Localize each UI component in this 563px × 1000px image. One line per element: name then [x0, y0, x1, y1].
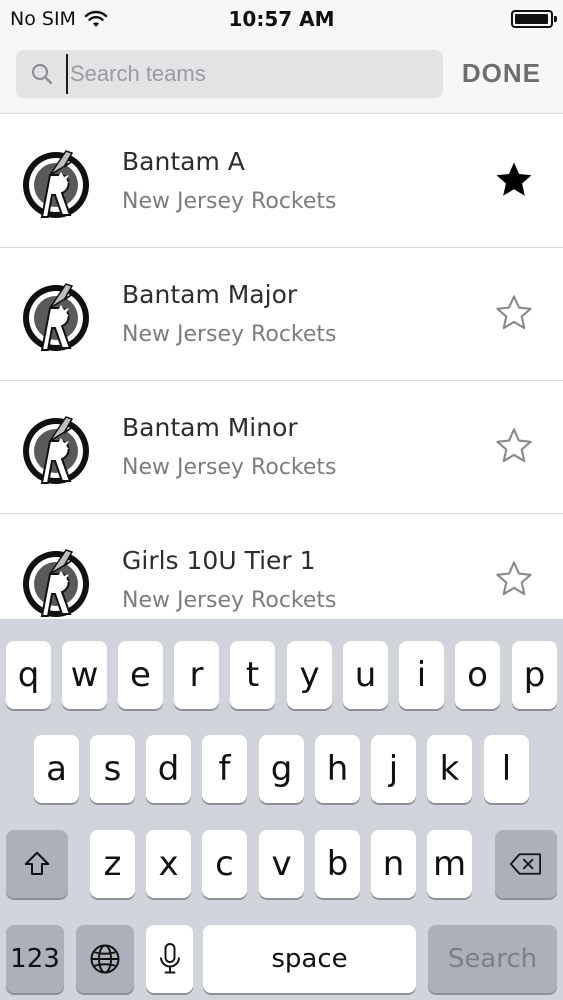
key-g[interactable]: g — [259, 735, 304, 803]
key-u[interactable]: u — [343, 641, 388, 709]
done-button[interactable]: DONE — [462, 58, 541, 89]
team-org: New Jersey Rockets — [122, 322, 337, 347]
team-logo-icon — [23, 549, 89, 617]
key-r[interactable]: r — [174, 641, 219, 709]
star-outline-icon[interactable] — [493, 292, 535, 334]
star-filled-icon[interactable] — [493, 159, 535, 201]
key-m[interactable]: m — [427, 830, 472, 898]
team-logo-icon — [23, 150, 89, 218]
backspace-key[interactable] — [495, 830, 557, 898]
microphone-icon — [159, 943, 180, 974]
team-name: Bantam A — [122, 147, 245, 176]
key-o[interactable]: o — [455, 641, 500, 709]
key-z[interactable]: z — [90, 830, 135, 898]
team-name: Bantam Major — [122, 280, 298, 309]
key-l[interactable]: l — [484, 735, 529, 803]
key-w[interactable]: w — [62, 641, 107, 709]
key-j[interactable]: j — [371, 735, 416, 803]
key-n[interactable]: n — [371, 830, 416, 898]
team-row[interactable]: Bantam A New Jersey Rockets — [0, 115, 563, 248]
key-p[interactable]: p — [512, 641, 557, 709]
key-t[interactable]: t — [230, 641, 275, 709]
team-row[interactable]: Bantam Major New Jersey Rockets — [0, 248, 563, 381]
team-logo-icon — [23, 416, 89, 484]
shift-icon — [24, 851, 50, 875]
globe-key[interactable] — [76, 925, 134, 993]
status-time: 10:57 AM — [228, 7, 335, 31]
search-icon — [31, 63, 53, 85]
key-b[interactable]: b — [315, 830, 360, 898]
key-q[interactable]: q — [6, 641, 51, 709]
key-a[interactable]: a — [34, 735, 79, 803]
key-v[interactable]: v — [259, 830, 304, 898]
key-c[interactable]: c — [202, 830, 247, 898]
backspace-icon — [509, 853, 541, 875]
key-d[interactable]: d — [146, 735, 191, 803]
search-input[interactable] — [66, 54, 443, 94]
key-y[interactable]: y — [287, 641, 332, 709]
team-list: Bantam A New Jersey Rockets Bantam Major… — [0, 115, 563, 647]
team-name: Girls 10U Tier 1 — [122, 546, 316, 575]
team-logo-icon — [23, 283, 89, 351]
key-h[interactable]: h — [315, 735, 360, 803]
search-header: DONE — [0, 38, 563, 114]
key-s[interactable]: s — [90, 735, 135, 803]
search-key[interactable]: Search — [428, 925, 557, 993]
shift-key[interactable] — [6, 830, 68, 898]
keyboard: q w e r t y u i o p a s d f g h j k l z … — [0, 619, 563, 1000]
key-e[interactable]: e — [118, 641, 163, 709]
star-outline-icon[interactable] — [493, 425, 535, 467]
globe-icon — [90, 944, 120, 974]
battery-icon — [511, 10, 557, 28]
key-k[interactable]: k — [427, 735, 472, 803]
team-name: Bantam Minor — [122, 413, 298, 442]
team-org: New Jersey Rockets — [122, 588, 337, 613]
numbers-key[interactable]: 123 — [6, 925, 64, 993]
team-org: New Jersey Rockets — [122, 455, 337, 480]
key-x[interactable]: x — [146, 830, 191, 898]
search-box[interactable] — [16, 50, 443, 98]
star-outline-icon[interactable] — [493, 558, 535, 600]
space-key[interactable]: space — [203, 925, 416, 993]
key-i[interactable]: i — [399, 641, 444, 709]
key-f[interactable]: f — [202, 735, 247, 803]
team-org: New Jersey Rockets — [122, 189, 337, 214]
status-bar: No SIM 10:57 AM — [0, 0, 563, 38]
team-row[interactable]: Bantam Minor New Jersey Rockets — [0, 381, 563, 514]
mic-key[interactable] — [146, 925, 193, 993]
